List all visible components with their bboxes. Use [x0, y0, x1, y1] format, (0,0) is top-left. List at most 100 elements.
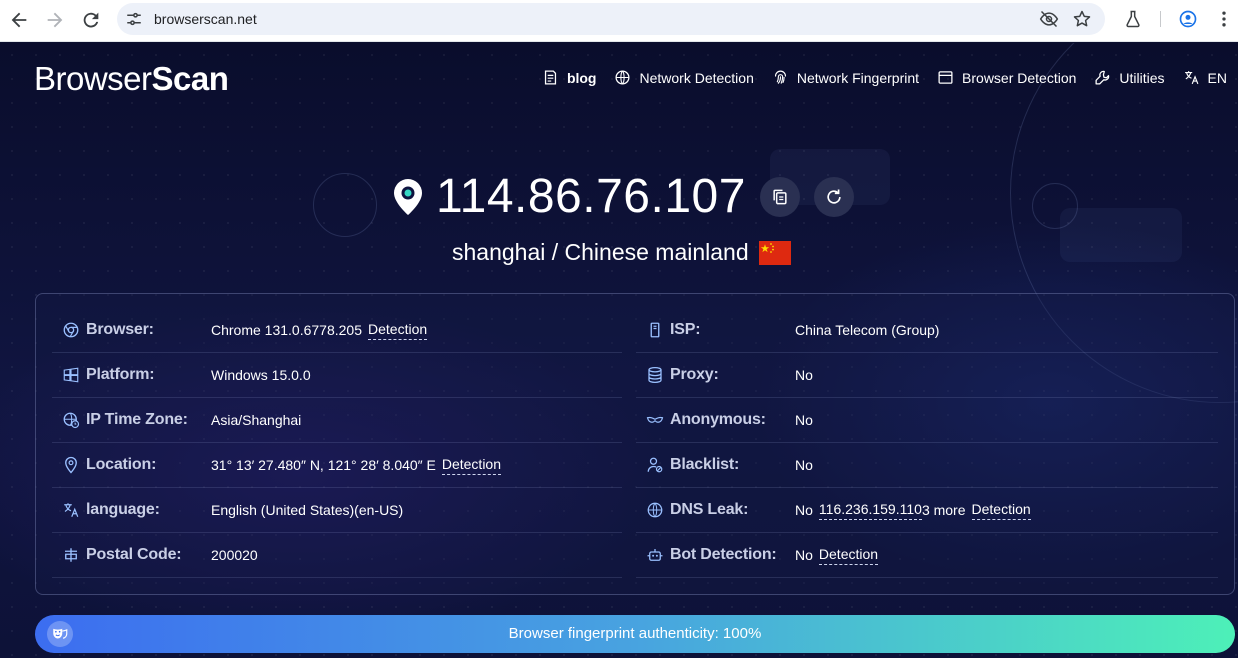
- location-detection-link[interactable]: Detection: [441, 456, 502, 475]
- user-block-icon: [647, 457, 663, 473]
- info-label: Location:: [86, 456, 157, 473]
- refresh-icon: [827, 189, 841, 204]
- nav-item-browser-detection[interactable]: Browser Detection: [937, 69, 1076, 86]
- reload-icon[interactable]: [80, 9, 102, 31]
- mask-icon: [646, 416, 664, 423]
- logo-text-scan: Scan: [151, 60, 229, 97]
- decorative-panel: [1060, 208, 1182, 262]
- decorative-ring: [313, 173, 377, 237]
- site-info-icon[interactable]: [125, 10, 143, 28]
- info-value: No: [795, 367, 813, 383]
- info-value: No: [795, 547, 813, 563]
- info-label: DNS Leak:: [670, 501, 749, 518]
- back-arrow-icon[interactable]: [8, 9, 30, 31]
- info-value: English (United States)(en-US): [211, 502, 404, 518]
- nav-label: Network Fingerprint: [796, 69, 920, 86]
- main-navigation: blog Network Detection Network Fingerpri…: [542, 69, 1227, 86]
- browser-toolbar: browserscan.net: [0, 0, 1238, 42]
- server-icon: [650, 322, 660, 338]
- info-value: Asia/Shanghai: [211, 412, 302, 428]
- info-label: Proxy:: [670, 366, 719, 383]
- database-icon: [648, 367, 662, 383]
- address-bar[interactable]: browserscan.net: [117, 3, 1105, 35]
- nav-label: blog: [566, 69, 597, 86]
- fingerprint-icon: [774, 70, 786, 84]
- info-value: No: [795, 457, 813, 473]
- fingerprint-authenticity-bar[interactable]: Browser fingerprint authenticity: 100%: [35, 615, 1235, 653]
- info-row-location: Location: 31° 13′ 27.480″ N, 121° 28′ 8.…: [52, 443, 622, 488]
- info-row-isp: ISP: China Telecom (Group): [636, 308, 1218, 353]
- forward-arrow-icon[interactable]: [44, 9, 66, 31]
- dns-more-count[interactable]: 3 more: [922, 502, 966, 518]
- ip-address: 114.86.76.107: [436, 170, 746, 223]
- page-content: BrowserScan blog Network Detection Netwo…: [0, 43, 1238, 658]
- info-label: ISP:: [670, 321, 701, 338]
- info-value: 200020: [211, 547, 258, 563]
- url-text[interactable]: browserscan.net: [154, 11, 257, 27]
- nav-label: Browser Detection: [962, 69, 1077, 86]
- eye-off-icon[interactable]: [1039, 9, 1059, 29]
- info-row-browser: Browser: Chrome 131.0.6778.205 Detection: [52, 308, 622, 353]
- labs-flask-icon[interactable]: [1123, 9, 1143, 29]
- robot-icon: [647, 549, 663, 561]
- info-row-platform: Platform: Windows 15.0.0: [52, 353, 622, 398]
- info-label: IP Time Zone:: [86, 411, 188, 428]
- bookmark-star-icon[interactable]: [1072, 9, 1092, 29]
- info-value: No: [795, 412, 813, 428]
- info-card: Browser: Chrome 131.0.6778.205 Detection…: [35, 293, 1235, 595]
- profile-avatar-icon[interactable]: [1178, 9, 1198, 29]
- ip-display: 114.86.76.107: [390, 169, 854, 224]
- info-value: Chrome 131.0.6778.205: [211, 322, 362, 338]
- location-summary: shanghai / Chinese mainland: [452, 239, 791, 266]
- info-label: Postal Code:: [86, 546, 182, 563]
- nav-item-utilities[interactable]: Utilities: [1094, 69, 1165, 86]
- nav-label: Utilities: [1119, 69, 1165, 86]
- info-label: Blacklist:: [670, 456, 740, 473]
- location-pin-icon: [394, 178, 422, 215]
- dns-server-link[interactable]: 116.236.159.110: [818, 500, 922, 520]
- bot-detection-link[interactable]: Detection: [818, 546, 879, 565]
- info-row-timezone: IP Time Zone: Asia/Shanghai: [52, 398, 622, 443]
- info-label: Platform:: [86, 366, 155, 383]
- nav-item-network-detection[interactable]: Network Detection: [614, 69, 754, 86]
- info-value: No: [795, 502, 813, 518]
- city-country-text: shanghai / Chinese mainland: [452, 239, 749, 265]
- chrome-icon: [63, 322, 79, 338]
- browser-window-icon: [938, 71, 953, 84]
- postal-icon: [65, 548, 77, 562]
- info-label: language:: [86, 501, 160, 518]
- toolbar-divider: [1160, 11, 1161, 27]
- wrench-icon: [1095, 70, 1110, 85]
- authenticity-text: Browser fingerprint authenticity: 100%: [508, 625, 762, 642]
- copy-ip-button[interactable]: [759, 176, 800, 217]
- translate-icon: [1184, 71, 1198, 85]
- globe-icon: [615, 70, 630, 85]
- refresh-ip-button[interactable]: [813, 176, 854, 217]
- china-flag-icon: [758, 240, 791, 265]
- info-value: China Telecom (Group): [795, 322, 940, 338]
- info-label: Browser:: [86, 321, 154, 338]
- info-row-bot-detection: Bot Detection: No Detection: [636, 533, 1218, 578]
- timezone-icon: [63, 412, 80, 429]
- dns-server-ip: 116.236.159.110: [818, 500, 922, 517]
- info-row-dns-leak: DNS Leak: No 116.236.159.110 3 more Detec…: [636, 488, 1218, 533]
- info-value: Windows 15.0.0: [211, 367, 311, 383]
- info-value: 31° 13′ 27.480″ N, 121° 28′ 8.040″ E: [211, 457, 436, 473]
- info-row-blacklist: Blacklist: No: [636, 443, 1218, 488]
- kebab-menu-icon[interactable]: [1214, 9, 1234, 29]
- nav-item-blog[interactable]: blog: [542, 69, 597, 86]
- nav-label: Network Detection: [639, 69, 754, 86]
- browser-detection-link[interactable]: Detection: [368, 321, 428, 340]
- language-switcher[interactable]: EN: [1183, 69, 1227, 86]
- info-row-anonymous: Anonymous: No: [636, 398, 1218, 443]
- copy-icon: [773, 189, 787, 204]
- windows-icon: [63, 367, 79, 383]
- nav-item-network-fingerprint[interactable]: Network Fingerprint: [772, 69, 919, 86]
- info-label: Anonymous:: [670, 411, 766, 428]
- dns-icon: [647, 502, 663, 518]
- translate-icon: [64, 503, 79, 517]
- dns-detection-link[interactable]: Detection: [971, 501, 1031, 520]
- blog-icon: [544, 70, 557, 85]
- language-label: EN: [1207, 69, 1227, 86]
- site-logo[interactable]: BrowserScan: [34, 60, 229, 98]
